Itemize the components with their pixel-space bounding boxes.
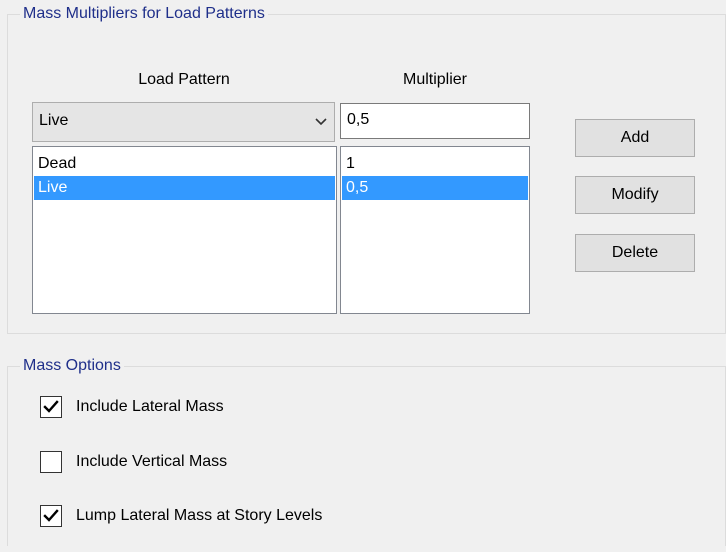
load-pattern-list[interactable]: Dead Live [32, 146, 337, 314]
multiplier-column-header: Multiplier [402, 71, 467, 88]
checkmark-icon [43, 400, 59, 413]
multiplier-list[interactable]: 1 0,5 [340, 146, 530, 314]
chevron-down-icon[interactable] [314, 115, 328, 127]
lump-lateral-mass-option[interactable]: Lump Lateral Mass at Story Levels [40, 505, 460, 529]
mass-multipliers-group-title: Mass Multipliers for Load Patterns [20, 4, 268, 24]
add-button[interactable]: Add [575, 119, 695, 157]
include-lateral-mass-checkbox[interactable] [40, 396, 62, 418]
delete-button-label: Delete [611, 244, 659, 261]
load-pattern-list-item[interactable]: Dead [34, 152, 335, 176]
include-vertical-mass-checkbox[interactable] [40, 451, 62, 473]
lump-lateral-mass-label: Lump Lateral Mass at Story Levels [76, 507, 323, 524]
lump-lateral-mass-checkbox[interactable] [40, 505, 62, 527]
modify-button-label: Modify [611, 186, 659, 203]
delete-button[interactable]: Delete [575, 234, 695, 272]
include-vertical-mass-option[interactable]: Include Vertical Mass [40, 451, 460, 475]
mass-options-group-title: Mass Options [20, 356, 124, 376]
load-pattern-dropdown[interactable]: Live [32, 102, 335, 142]
multiplier-list-item[interactable]: 0,5 [342, 176, 528, 200]
multiplier-list-item[interactable]: 1 [342, 152, 528, 176]
modify-button[interactable]: Modify [575, 176, 695, 214]
load-pattern-dropdown-value: Live [39, 112, 69, 129]
checkmark-icon [43, 509, 59, 522]
multiplier-input-value: 0,5 [347, 111, 370, 128]
add-button-label: Add [620, 129, 650, 146]
include-vertical-mass-label: Include Vertical Mass [76, 453, 228, 470]
multiplier-input[interactable]: 0,5 [340, 103, 530, 139]
load-pattern-column-header: Load Pattern [138, 71, 230, 88]
include-lateral-mass-option[interactable]: Include Lateral Mass [40, 396, 460, 420]
load-pattern-list-item[interactable]: Live [34, 176, 335, 200]
include-lateral-mass-label: Include Lateral Mass [76, 398, 224, 415]
